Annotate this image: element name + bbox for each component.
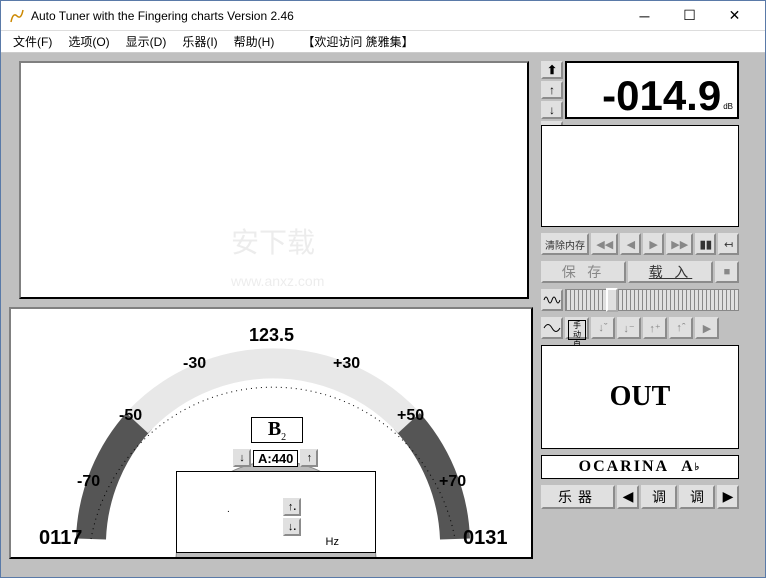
tuning-gauge-panel: 123.5 0117 0131 -70 -50 -30 +30 +50 +70 … (9, 307, 533, 559)
level-up-coarse-button[interactable]: ⬆ (541, 61, 563, 79)
pitch-slider[interactable] (565, 289, 739, 311)
hz-box: . ↑. ↓. Hz (176, 471, 376, 553)
sine-wave-icon-2 (541, 317, 563, 339)
menu-options[interactable]: 选项(O) (60, 31, 117, 52)
menu-welcome-link[interactable]: 【欢迎访问 篪雅集】 (298, 31, 417, 52)
gauge-tick-neg50: -50 (119, 407, 142, 425)
watermark: 安下载www.anxz.com (231, 221, 324, 293)
waveform-panel (541, 125, 739, 227)
ffwd-button[interactable]: ▶▶ (666, 233, 693, 255)
gauge-right-value: 0131 (463, 527, 508, 550)
db-readout: -014.9dB (565, 61, 739, 119)
gauge-left-value: 0117 (39, 527, 82, 550)
app-icon (9, 8, 25, 24)
stop-button[interactable]: ■ (715, 261, 739, 283)
maximize-button[interactable]: ☐ (667, 2, 712, 30)
menu-display[interactable]: 显示(D) (118, 31, 175, 52)
gauge-tick-pos50: +50 (397, 407, 424, 425)
step-back-button[interactable]: ◀ (620, 233, 641, 255)
instrument-display: OCARINA A♭ (541, 455, 739, 479)
menu-file[interactable]: 文件(F) (5, 31, 60, 52)
step-fwd-button[interactable]: ▶ (643, 233, 664, 255)
menu-help[interactable]: 帮助(H) (226, 31, 283, 52)
auto-manual-toggle[interactable]: 手 动自 动 (565, 317, 589, 339)
hz-unit: Hz (326, 536, 339, 548)
gauge-tick-neg70: -70 (77, 473, 100, 491)
minimize-button[interactable]: ─ (622, 2, 667, 30)
close-button[interactable]: ✕ (712, 2, 757, 30)
rewind-button[interactable]: ◀◀ (591, 233, 618, 255)
octave-down-button[interactable]: ↓ˇ (591, 317, 615, 339)
note-up-button[interactable]: ↑⁺ (643, 317, 667, 339)
note-down-button[interactable]: ↓⁻ (617, 317, 641, 339)
level-up-fine-button[interactable]: ↑ (541, 81, 563, 99)
return-button[interactable]: ↤ (718, 233, 739, 255)
next-button[interactable]: ▶ (717, 485, 739, 509)
hz-up-button[interactable]: ↑. (283, 498, 301, 516)
save-button[interactable]: 保 存 (541, 261, 626, 283)
out-status-panel: OUT (541, 345, 739, 449)
instrument-select-button[interactable]: 乐器 (541, 485, 615, 509)
level-down-fine-button[interactable]: ↓ (541, 101, 563, 119)
tune-next-button[interactable]: 调 (679, 485, 715, 509)
slider-thumb[interactable] (606, 288, 618, 312)
ref-down-button[interactable]: ↓ (233, 449, 251, 467)
hz-down-button[interactable]: ↓. (283, 518, 301, 536)
note-display: B2 (251, 417, 303, 443)
tune-prev-button[interactable]: 调 (641, 485, 677, 509)
octave-up-button[interactable]: ↑ˆ (669, 317, 693, 339)
gauge-tick-pos30: +30 (333, 355, 360, 373)
pause-button[interactable]: ▮▮ (695, 233, 716, 255)
sine-wave-icon (541, 289, 563, 311)
reference-pitch: A:440 (253, 450, 298, 467)
menu-instrument[interactable]: 乐器(I) (174, 31, 225, 52)
window-title: Auto Tuner with the Fingering charts Ver… (31, 9, 622, 23)
ref-up-button[interactable]: ↑ (300, 449, 318, 467)
gauge-top-value: 123.5 (249, 325, 294, 346)
gauge-tick-neg30: -30 (183, 355, 206, 373)
prev-button[interactable]: ◀ (617, 485, 639, 509)
spectrum-panel: 安下载www.anxz.com (19, 61, 529, 299)
load-button[interactable]: 载 入 (628, 261, 713, 283)
clear-memory-button[interactable]: 清除内存 (541, 233, 589, 255)
play-button[interactable]: ▶ (695, 317, 719, 339)
gauge-tick-pos70: +70 (439, 473, 466, 491)
